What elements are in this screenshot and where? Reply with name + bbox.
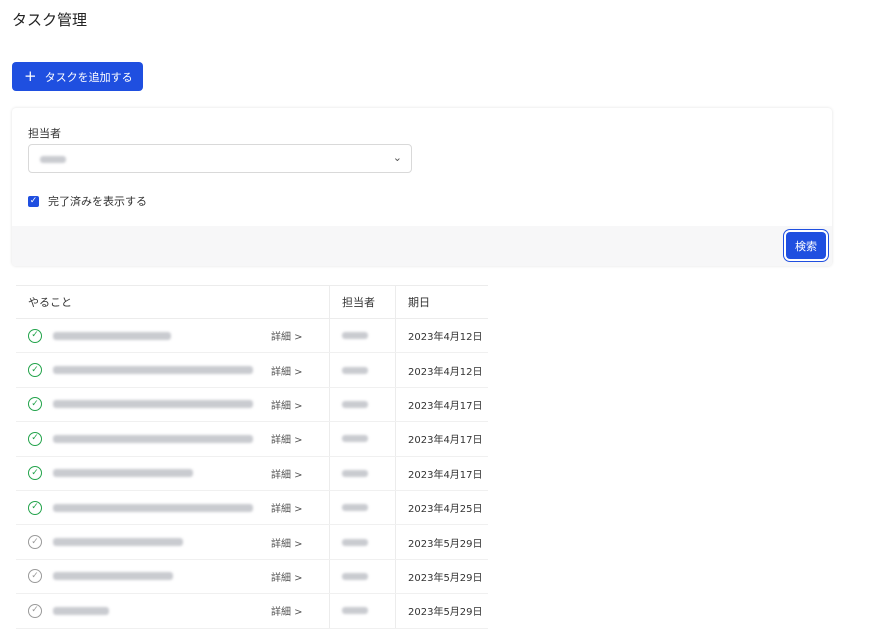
plus-icon: + <box>24 67 37 85</box>
assignee-cell <box>329 422 395 456</box>
task-cell: ✓ 詳細 > <box>16 388 329 421</box>
due-date: 2023年5月29日 <box>395 559 488 594</box>
detail-link[interactable]: 詳細 > <box>271 569 303 584</box>
task-cell: ✓ 詳細 > <box>16 491 329 524</box>
chevron-down-icon: ⌄ <box>392 151 402 164</box>
circle-check-outline-icon[interactable]: ✓ <box>28 603 42 618</box>
circle-check-outline-icon[interactable]: ✓ <box>28 569 42 584</box>
table-body: ✓ 詳細 > 2023年4月12日 ✓ 詳細 > 2023年4月12日 ✓ 詳細 > 2023年… <box>16 319 488 629</box>
detail-link[interactable]: 詳細 > <box>271 500 303 515</box>
assignee-name <box>342 435 368 443</box>
header-assignee: 担当者 <box>329 286 395 318</box>
due-date: 2023年4月12日 <box>395 353 488 387</box>
task-title <box>53 366 253 375</box>
assignee-cell <box>329 490 395 525</box>
task-cell: ✓ 詳細 > <box>16 457 329 490</box>
assignee-name <box>342 572 368 580</box>
due-date: 2023年4月12日 <box>395 319 488 353</box>
assignee-cell <box>329 387 395 422</box>
show-completed-row[interactable]: ✓ 完了済みを表示する <box>28 193 147 209</box>
task-cell: ✓ 詳細 > <box>16 525 329 558</box>
assignee-cell <box>329 594 395 628</box>
assignee-label: 担当者 <box>28 127 61 140</box>
header-task: やること <box>28 296 72 309</box>
page-title: タスク管理 <box>12 11 88 29</box>
check-circle-icon[interactable]: ✓ <box>28 500 42 515</box>
detail-link[interactable]: 詳細 > <box>271 328 303 343</box>
task-title <box>53 400 253 409</box>
assignee-cell <box>329 353 395 387</box>
search-button[interactable]: 検索 <box>786 232 826 259</box>
circle-check-outline-icon[interactable]: ✓ <box>28 535 42 550</box>
detail-link[interactable]: 詳細 > <box>271 431 303 446</box>
filter-footer: 検索 <box>12 226 832 266</box>
show-completed-checkbox[interactable]: ✓ <box>28 195 39 207</box>
task-title <box>53 503 253 512</box>
table-header: やること 担当者 期日 <box>16 285 488 319</box>
check-circle-icon[interactable]: ✓ <box>28 397 42 412</box>
task-cell: ✓ 詳細 > <box>16 560 329 593</box>
due-date: 2023年5月29日 <box>395 594 488 628</box>
assignee-name <box>342 469 368 477</box>
task-title <box>53 606 253 615</box>
due-date: 2023年5月29日 <box>395 525 488 559</box>
detail-link[interactable]: 詳細 > <box>271 603 303 618</box>
table-row[interactable]: ✓ 詳細 > 2023年4月17日 <box>16 422 488 457</box>
due-date: 2023年4月25日 <box>395 490 488 525</box>
show-completed-label: 完了済みを表示する <box>48 195 147 208</box>
assignee-cell <box>329 559 395 594</box>
check-circle-icon[interactable]: ✓ <box>28 466 42 481</box>
assignee-name <box>342 400 368 408</box>
table-row[interactable]: ✓ 詳細 > 2023年5月29日 <box>16 594 488 629</box>
check-circle-icon[interactable]: ✓ <box>28 431 42 446</box>
assignee-name <box>342 332 368 340</box>
detail-link[interactable]: 詳細 > <box>271 466 303 481</box>
assignee-select[interactable]: ⌄ <box>28 144 412 173</box>
task-cell: ✓ 詳細 > <box>16 594 329 627</box>
table-row[interactable]: ✓ 詳細 > 2023年4月25日 <box>16 490 488 526</box>
task-title <box>53 331 253 340</box>
assignee-name <box>342 504 368 512</box>
assignee-select-value <box>40 156 66 163</box>
assignee-name <box>342 366 368 374</box>
task-cell: ✓ 詳細 > <box>16 353 329 386</box>
task-title <box>53 572 253 581</box>
detail-link[interactable]: 詳細 > <box>271 363 303 378</box>
check-circle-icon[interactable]: ✓ <box>28 363 42 378</box>
table-row[interactable]: ✓ 詳細 > 2023年4月17日 <box>16 456 488 491</box>
task-cell: ✓ 詳細 > <box>16 319 329 352</box>
assignee-cell <box>329 456 395 490</box>
add-task-button[interactable]: + タスクを追加する <box>12 62 143 91</box>
task-title <box>53 434 253 443</box>
due-date: 2023年4月17日 <box>395 456 488 490</box>
due-date: 2023年4月17日 <box>395 422 488 456</box>
table-row[interactable]: ✓ 詳細 > 2023年4月12日 <box>16 319 488 354</box>
assignee-name <box>342 607 368 615</box>
due-date: 2023年4月17日 <box>395 387 488 422</box>
table-row[interactable]: ✓ 詳細 > 2023年5月29日 <box>16 525 488 560</box>
task-cell: ✓ 詳細 > <box>16 422 329 455</box>
table-row[interactable]: ✓ 詳細 > 2023年4月12日 <box>16 353 488 388</box>
detail-link[interactable]: 詳細 > <box>271 397 303 412</box>
task-title <box>53 469 253 478</box>
assignee-cell <box>329 319 395 353</box>
detail-link[interactable]: 詳細 > <box>271 535 303 550</box>
table-row[interactable]: ✓ 詳細 > 2023年4月17日 <box>16 387 488 423</box>
add-task-label: タスクを追加する <box>44 70 133 84</box>
task-title <box>53 538 253 547</box>
check-circle-icon[interactable]: ✓ <box>28 328 42 343</box>
assignee-cell <box>329 525 395 559</box>
table-row[interactable]: ✓ 詳細 > 2023年5月29日 <box>16 559 488 595</box>
assignee-name <box>342 538 368 546</box>
header-due: 期日 <box>395 286 488 318</box>
filter-panel: 担当者 ⌄ ✓ 完了済みを表示する 検索 <box>12 108 832 266</box>
task-table: やること 担当者 期日 ✓ 詳細 > 2023年4月12日 ✓ 詳細 > 2023年4月1… <box>16 285 488 629</box>
